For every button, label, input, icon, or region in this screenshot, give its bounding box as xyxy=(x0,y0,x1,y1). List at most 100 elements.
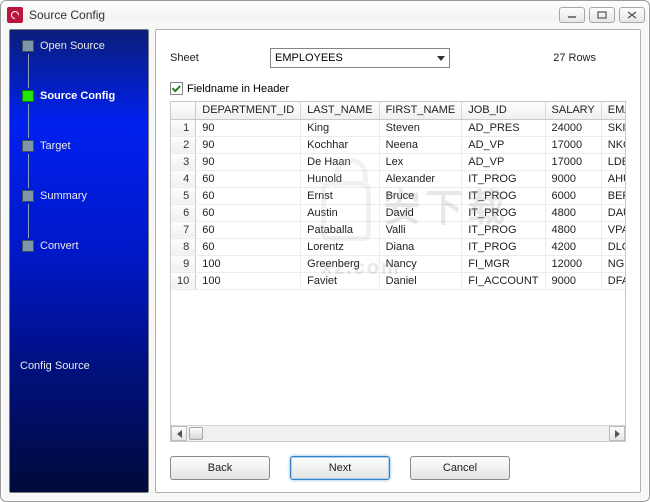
step-label: Target xyxy=(40,140,71,152)
sheet-select-value: EMPLOYEES xyxy=(275,52,343,64)
table-row[interactable]: 860LorentzDianaIT_PROG4200DLORENTZ xyxy=(171,238,625,255)
close-button[interactable] xyxy=(619,7,645,23)
cell: 24000 xyxy=(545,119,601,136)
step-connector xyxy=(28,54,29,88)
cell: 60 xyxy=(196,170,301,187)
table-row[interactable]: 460HunoldAlexanderIT_PROG9000AHUNOLD xyxy=(171,170,625,187)
scroll-left-button[interactable] xyxy=(171,426,187,441)
step-box-icon xyxy=(22,40,34,52)
horizontal-scrollbar[interactable] xyxy=(171,425,625,441)
cell: AHUNOLD xyxy=(601,170,625,187)
cell: IT_PROG xyxy=(462,170,545,187)
fieldname-in-header-label: Fieldname in Header xyxy=(187,83,289,95)
step-label: Summary xyxy=(40,190,87,202)
cell: Daniel xyxy=(379,272,462,289)
cell: Bruce xyxy=(379,187,462,204)
table-row[interactable]: 660AustinDavidIT_PROG4800DAUSTIN xyxy=(171,204,625,221)
cell: FI_ACCOUNT xyxy=(462,272,545,289)
cell: 60 xyxy=(196,221,301,238)
cell: DFAVIET xyxy=(601,272,625,289)
row-number: 3 xyxy=(171,153,196,170)
cell: DAUSTIN xyxy=(601,204,625,221)
table-row[interactable]: 390De HaanLexAD_VP17000LDEHAAN xyxy=(171,153,625,170)
row-number: 1 xyxy=(171,119,196,136)
row-number: 5 xyxy=(171,187,196,204)
cell: 90 xyxy=(196,136,301,153)
cell: 17000 xyxy=(545,153,601,170)
cell: BERNST xyxy=(601,187,625,204)
cell: IT_PROG xyxy=(462,238,545,255)
cell: 100 xyxy=(196,255,301,272)
cell: NGREENBE xyxy=(601,255,625,272)
step-connector xyxy=(28,154,29,188)
back-button[interactable]: Back xyxy=(170,456,270,480)
col-header-first_name[interactable]: FIRST_NAME xyxy=(379,102,462,119)
row-number: 7 xyxy=(171,221,196,238)
table-row[interactable]: 190KingStevenAD_PRES24000SKING xyxy=(171,119,625,136)
cell: SKING xyxy=(601,119,625,136)
grid-scroll[interactable]: DEPARTMENT_IDLAST_NAMEFIRST_NAMEJOB_IDSA… xyxy=(171,102,625,425)
cell: De Haan xyxy=(301,153,379,170)
chevron-down-icon xyxy=(437,56,445,61)
data-grid: DEPARTMENT_IDLAST_NAMEFIRST_NAMEJOB_IDSA… xyxy=(170,101,626,442)
scroll-thumb[interactable] xyxy=(189,427,203,440)
cancel-button[interactable]: Cancel xyxy=(410,456,510,480)
col-header-salary[interactable]: SALARY xyxy=(545,102,601,119)
step-label: Open Source xyxy=(40,40,105,52)
cell: IT_PROG xyxy=(462,221,545,238)
cell: 100 xyxy=(196,272,301,289)
step-label: Convert xyxy=(40,240,79,252)
row-number: 2 xyxy=(171,136,196,153)
table-row[interactable]: 560ErnstBruceIT_PROG6000BERNST xyxy=(171,187,625,204)
step-box-icon xyxy=(22,90,34,102)
cell: AD_VP xyxy=(462,136,545,153)
row-number: 10 xyxy=(171,272,196,289)
step-box-icon xyxy=(22,190,34,202)
cell: 60 xyxy=(196,204,301,221)
cell: Lex xyxy=(379,153,462,170)
minimize-button[interactable] xyxy=(559,7,585,23)
row-number: 9 xyxy=(171,255,196,272)
fieldname-in-header-checkbox[interactable] xyxy=(170,82,183,95)
col-header-department_id[interactable]: DEPARTMENT_ID xyxy=(196,102,301,119)
cell: 6000 xyxy=(545,187,601,204)
app-icon xyxy=(7,7,23,23)
sidebar-step-source-config[interactable]: Source Config xyxy=(22,86,148,106)
table-row[interactable]: 290KochharNeenaAD_VP17000NKOCHHAR xyxy=(171,136,625,153)
cell: 60 xyxy=(196,187,301,204)
scroll-right-button[interactable] xyxy=(609,426,625,441)
cell: 4200 xyxy=(545,238,601,255)
cell: 9000 xyxy=(545,272,601,289)
sidebar-step-open-source[interactable]: Open Source xyxy=(22,36,148,56)
table-row[interactable]: 9100GreenbergNancyFI_MGR12000NGREENBE xyxy=(171,255,625,272)
cell: Nancy xyxy=(379,255,462,272)
sheet-select[interactable]: EMPLOYEES xyxy=(270,48,450,68)
wizard-sidebar: Open Source Source Config Target Summary Con… xyxy=(9,29,149,493)
table-row[interactable]: 10100FavietDanielFI_ACCOUNT9000DFAVIET xyxy=(171,272,625,289)
cell: Alexander xyxy=(379,170,462,187)
col-header-job_id[interactable]: JOB_ID xyxy=(462,102,545,119)
sidebar-step-convert[interactable]: Convert xyxy=(22,236,148,256)
rownum-header[interactable] xyxy=(171,102,196,119)
next-button[interactable]: Next xyxy=(290,456,390,480)
cell: Ernst xyxy=(301,187,379,204)
col-header-email[interactable]: EMAIL xyxy=(601,102,625,119)
cell: Lorentz xyxy=(301,238,379,255)
cell: Pataballa xyxy=(301,221,379,238)
col-header-last_name[interactable]: LAST_NAME xyxy=(301,102,379,119)
table-row[interactable]: 760PataballaValliIT_PROG4800VPATABAL xyxy=(171,221,625,238)
sidebar-step-summary[interactable]: Summary xyxy=(22,186,148,206)
cell: 4800 xyxy=(545,204,601,221)
sheet-label: Sheet xyxy=(170,52,230,64)
titlebar: Source Config xyxy=(1,1,649,29)
sidebar-status: Config Source xyxy=(20,360,90,372)
step-box-icon xyxy=(22,240,34,252)
cell: IT_PROG xyxy=(462,204,545,221)
step-label: Source Config xyxy=(40,90,115,102)
cell: DLORENTZ xyxy=(601,238,625,255)
sidebar-step-target[interactable]: Target xyxy=(22,136,148,156)
cell: Faviet xyxy=(301,272,379,289)
cell: IT_PROG xyxy=(462,187,545,204)
maximize-button[interactable] xyxy=(589,7,615,23)
cell: FI_MGR xyxy=(462,255,545,272)
